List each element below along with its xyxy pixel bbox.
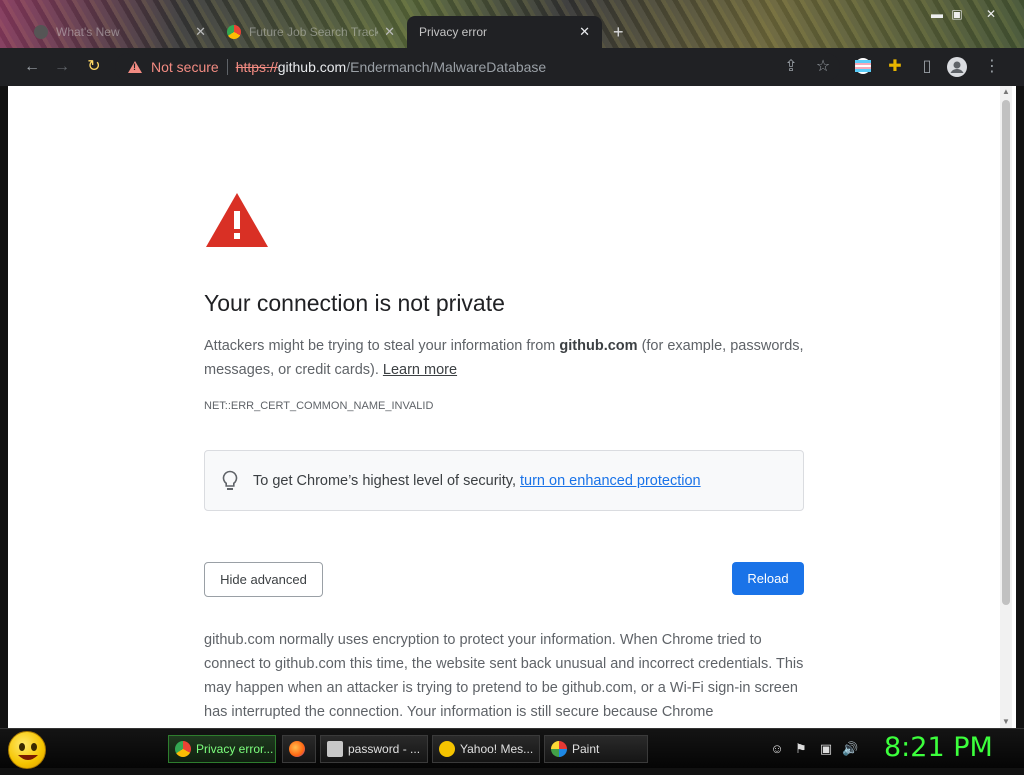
explanation-paragraph: Attackers might be trying to steal your … bbox=[204, 334, 804, 382]
tab-title: What's New bbox=[56, 25, 120, 39]
page-viewport: Your connection is not private Attackers… bbox=[8, 86, 1016, 728]
minimize-icon[interactable]: ▬ bbox=[928, 6, 946, 22]
taskbar-item-chrome[interactable]: Privacy error... bbox=[168, 735, 276, 763]
tab-whats-new[interactable]: What's New ✕ bbox=[22, 16, 218, 48]
enhanced-protection-text: To get Chrome’s highest level of securit… bbox=[253, 472, 517, 489]
extensions-puzzle-icon[interactable]: ✚ bbox=[885, 57, 905, 77]
close-icon[interactable]: ✕ bbox=[195, 24, 206, 40]
taskbar-item-firefox[interactable] bbox=[282, 735, 316, 763]
scroll-thumb[interactable] bbox=[1002, 100, 1010, 605]
hide-advanced-button[interactable]: Hide advanced bbox=[204, 562, 323, 597]
extension-pride-icon[interactable] bbox=[853, 57, 873, 77]
browser-toolbar: ← → ↻ Not secure https:// github.com /En… bbox=[0, 48, 1024, 86]
error-code: NET::ERR_CERT_COMMON_NAME_INVALID bbox=[204, 400, 434, 412]
bookmark-star-icon[interactable]: ☆ bbox=[813, 57, 833, 77]
explanation-text: Attackers might be trying to steal your … bbox=[204, 338, 560, 354]
taskbar-item-notepad[interactable]: password - ... bbox=[320, 735, 428, 763]
close-icon[interactable]: ✕ bbox=[579, 24, 590, 40]
warning-icon bbox=[128, 61, 142, 73]
back-icon[interactable]: ← bbox=[22, 57, 42, 77]
url-scheme: https:// bbox=[235, 59, 278, 75]
page-title: Your connection is not private bbox=[204, 290, 505, 316]
address-bar[interactable]: Not secure https:// github.com /Enderman… bbox=[115, 53, 840, 81]
lightbulb-icon bbox=[222, 470, 238, 490]
taskbar-item-label: Paint bbox=[572, 742, 600, 756]
taskbar: Privacy error... password - ... Yahoo! M… bbox=[0, 728, 1024, 769]
tab-job-search[interactable]: Future Job Search Tracker ✕ bbox=[215, 16, 407, 48]
scroll-down-icon[interactable]: ▼ bbox=[1000, 716, 1012, 728]
tab-title: Privacy error bbox=[419, 25, 488, 39]
taskbar-item-label: password - ... bbox=[348, 742, 421, 756]
explanation-host: github.com bbox=[559, 338, 638, 354]
new-tab-icon[interactable]: + bbox=[613, 22, 624, 43]
tab-privacy-error[interactable]: Privacy error ✕ bbox=[407, 16, 602, 48]
reload-button[interactable]: Reload bbox=[732, 562, 804, 595]
tab-favicon-icon bbox=[34, 25, 48, 39]
paint-icon bbox=[551, 741, 567, 757]
taskbar-item-paint[interactable]: Paint bbox=[544, 735, 648, 763]
maximize-icon[interactable]: ▣ bbox=[948, 6, 966, 22]
reload-icon[interactable]: ↻ bbox=[84, 57, 104, 77]
url-path: /Endermanch/MalwareDatabase bbox=[346, 59, 547, 75]
tab-favicon-icon bbox=[227, 25, 241, 39]
tab-title: Future Job Search Tracker bbox=[249, 25, 379, 39]
enhanced-protection-banner: To get Chrome’s highest level of securit… bbox=[204, 450, 804, 511]
tray-emoji-icon[interactable]: ☺ bbox=[769, 741, 785, 757]
title-bar: What's New ✕ Future Job Search Tracker ✕… bbox=[0, 0, 1024, 48]
url-host: github.com bbox=[277, 59, 347, 75]
chrome-icon bbox=[175, 741, 191, 757]
taskbar-item-label: Privacy error... bbox=[196, 742, 274, 756]
forward-icon[interactable]: → bbox=[52, 57, 72, 77]
share-icon[interactable]: ⇪ bbox=[781, 57, 801, 77]
menu-kebab-icon[interactable]: ⋮ bbox=[982, 57, 1002, 77]
close-icon[interactable]: ✕ bbox=[384, 24, 395, 40]
start-button-smiley-icon[interactable] bbox=[8, 731, 46, 769]
taskbar-clock[interactable]: 8:21 PM bbox=[884, 732, 993, 763]
network-icon[interactable]: ▣ bbox=[818, 741, 834, 757]
side-panel-icon[interactable]: ▯ bbox=[917, 57, 937, 77]
divider bbox=[226, 59, 228, 75]
volume-icon[interactable]: 🔊 bbox=[842, 741, 858, 757]
firefox-icon bbox=[289, 741, 305, 757]
profile-avatar-icon[interactable] bbox=[947, 57, 967, 77]
enhanced-protection-link[interactable]: turn on enhanced protection bbox=[520, 473, 701, 489]
vertical-scrollbar[interactable]: ▲ ▼ bbox=[1000, 86, 1012, 728]
action-center-flag-icon[interactable]: ⚑ bbox=[793, 741, 809, 757]
taskbar-item-yahoo-messenger[interactable]: Yahoo! Mes... bbox=[432, 735, 540, 763]
close-window-icon[interactable]: ✕ bbox=[982, 6, 1000, 22]
danger-warning-icon bbox=[206, 193, 268, 247]
yahoo-messenger-icon bbox=[439, 741, 455, 757]
scroll-up-icon[interactable]: ▲ bbox=[1000, 86, 1012, 98]
taskbar-item-label: Yahoo! Mes... bbox=[460, 742, 534, 756]
notepad-icon bbox=[327, 741, 343, 757]
learn-more-link[interactable]: Learn more bbox=[383, 362, 457, 378]
details-paragraph: github.com normally uses encryption to p… bbox=[204, 632, 804, 720]
security-chip[interactable]: Not secure bbox=[151, 59, 219, 75]
